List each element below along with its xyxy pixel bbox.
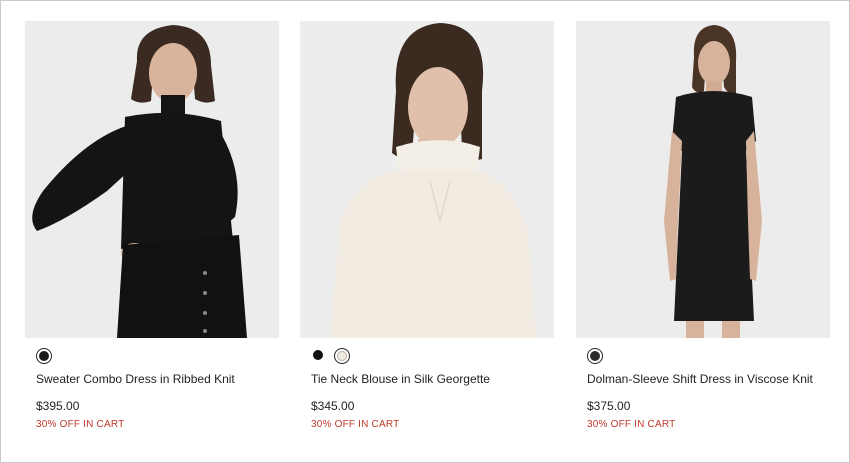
color-swatches bbox=[576, 348, 830, 368]
promo-label: 30% OFF IN CART bbox=[311, 419, 400, 430]
swatch-color-dot bbox=[337, 351, 347, 361]
product-price: $395.00 bbox=[36, 399, 80, 413]
color-swatch[interactable] bbox=[311, 348, 327, 364]
promo-label: 30% OFF IN CART bbox=[587, 419, 676, 430]
swatch-color-dot bbox=[39, 351, 49, 361]
product-grid: Sweater Combo Dress in Ribbed Knit $395.… bbox=[0, 0, 850, 463]
swatch-color-dot bbox=[313, 350, 323, 360]
swatch-color-dot bbox=[590, 351, 600, 361]
product-name-link[interactable]: Dolman-Sleeve Shift Dress in Viscose Kni… bbox=[587, 372, 813, 386]
product-card: Sweater Combo Dress in Ribbed Knit $395.… bbox=[25, 21, 279, 430]
product-name-link[interactable]: Sweater Combo Dress in Ribbed Knit bbox=[36, 372, 235, 386]
color-swatch[interactable] bbox=[334, 348, 350, 364]
product-card: Tie Neck Blouse in Silk Georgette $345.0… bbox=[300, 21, 554, 430]
color-swatches bbox=[25, 348, 279, 368]
product-image[interactable] bbox=[576, 21, 830, 338]
color-swatches bbox=[300, 348, 554, 368]
product-price: $375.00 bbox=[587, 399, 631, 413]
promo-label: 30% OFF IN CART bbox=[36, 419, 125, 430]
product-price: $345.00 bbox=[311, 399, 355, 413]
color-swatch[interactable] bbox=[36, 348, 52, 364]
product-image[interactable] bbox=[300, 21, 554, 338]
color-swatch[interactable] bbox=[587, 348, 603, 364]
product-image[interactable] bbox=[25, 21, 279, 338]
product-card: Dolman-Sleeve Shift Dress in Viscose Kni… bbox=[576, 21, 830, 430]
product-name-link[interactable]: Tie Neck Blouse in Silk Georgette bbox=[311, 372, 490, 386]
